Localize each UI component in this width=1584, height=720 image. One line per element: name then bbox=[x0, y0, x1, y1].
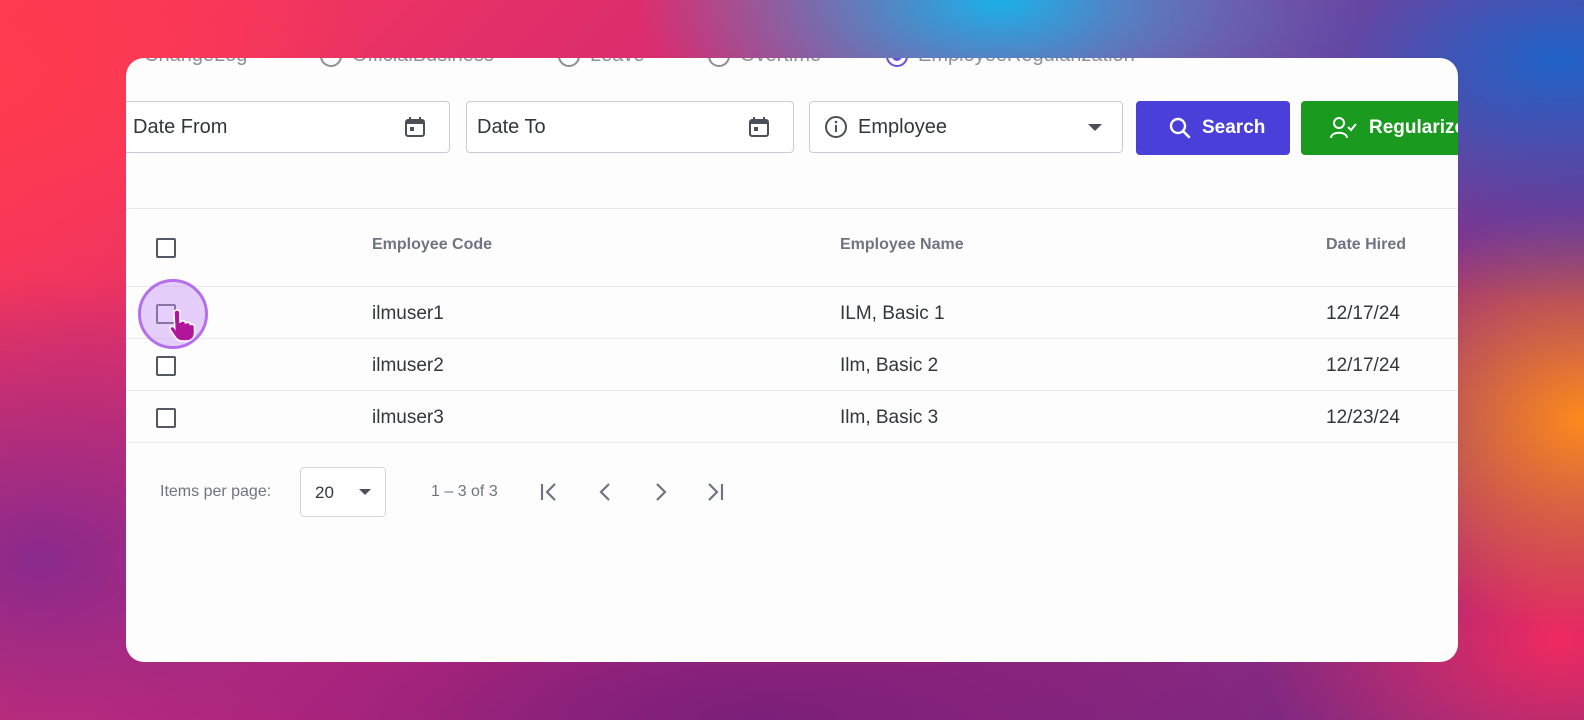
radio-label: Leave bbox=[590, 58, 645, 67]
radio-circle-icon bbox=[320, 58, 342, 67]
last-page-icon[interactable] bbox=[700, 478, 728, 506]
date-hired-cell: 12/17/24 bbox=[1326, 355, 1400, 376]
employee-code-cell: ilmuser1 bbox=[372, 303, 444, 324]
radio-leave[interactable]: Leave bbox=[558, 58, 645, 67]
search-button-label: Search bbox=[1202, 117, 1266, 138]
column-header-date-hired[interactable]: Date Hired bbox=[1326, 236, 1406, 254]
radio-employee-regularization[interactable]: EmployeeRegularization bbox=[886, 58, 1135, 67]
radio-label: ChangeLog bbox=[144, 58, 247, 67]
row-checkbox[interactable] bbox=[156, 408, 176, 428]
radio-selected-icon bbox=[886, 58, 908, 67]
employee-name-cell: Ilm, Basic 2 bbox=[840, 355, 939, 376]
date-hired-cell: 12/23/24 bbox=[1326, 407, 1400, 428]
column-header-employee-code[interactable]: Employee Code bbox=[372, 236, 492, 254]
divider bbox=[126, 338, 1458, 339]
date-to-label: Date To bbox=[477, 115, 546, 138]
items-per-page-label: Items per page: bbox=[160, 483, 272, 500]
employee-name-cell: ILM, Basic 1 bbox=[840, 303, 945, 324]
column-header-employee-name[interactable]: Employee Name bbox=[840, 236, 964, 254]
search-button[interactable]: Search bbox=[1136, 101, 1290, 155]
date-to-field[interactable]: Date To bbox=[466, 101, 794, 153]
date-from-field[interactable]: Date From bbox=[126, 101, 450, 153]
radio-circle-icon bbox=[126, 58, 134, 67]
divider bbox=[126, 442, 1458, 443]
divider bbox=[126, 208, 1458, 209]
radio-label: Overtime bbox=[740, 58, 821, 67]
employee-code-cell: ilmuser2 bbox=[372, 355, 444, 376]
first-page-icon[interactable] bbox=[536, 478, 564, 506]
chevron-down-icon bbox=[1088, 123, 1102, 131]
search-icon bbox=[1169, 117, 1191, 139]
employee-code-cell: ilmuser3 bbox=[372, 407, 444, 428]
next-page-icon[interactable] bbox=[646, 478, 674, 506]
radio-label: EmployeeRegularization bbox=[918, 58, 1135, 67]
divider bbox=[126, 286, 1458, 287]
page-size-value: 20 bbox=[315, 483, 334, 502]
radio-circle-icon bbox=[708, 58, 730, 67]
regularize-button-label: Regularize bbox=[1369, 117, 1458, 138]
date-from-label: Date From bbox=[133, 115, 228, 138]
chevron-down-icon bbox=[359, 489, 371, 495]
page-size-select[interactable]: 20 bbox=[300, 467, 386, 517]
calendar-icon[interactable] bbox=[403, 115, 427, 139]
date-hired-cell: 12/17/24 bbox=[1326, 303, 1400, 324]
employee-name-cell: Ilm, Basic 3 bbox=[840, 407, 939, 428]
radio-changelog[interactable]: ChangeLog bbox=[126, 58, 247, 67]
hand-pointer-icon bbox=[169, 309, 196, 342]
divider bbox=[126, 390, 1458, 391]
filter-type-radio-group: ChangeLog OfficialBusiness Leave Overtim… bbox=[126, 58, 1458, 68]
info-icon bbox=[825, 116, 847, 138]
employee-select-label: Employee bbox=[858, 115, 947, 138]
radio-label: OfficialBusiness bbox=[352, 58, 494, 67]
radio-overtime[interactable]: Overtime bbox=[708, 58, 821, 67]
regularization-panel: ChangeLog OfficialBusiness Leave Overtim… bbox=[126, 58, 1458, 662]
radio-circle-icon bbox=[558, 58, 580, 67]
regularize-button[interactable]: Regularize bbox=[1301, 101, 1458, 155]
row-checkbox[interactable] bbox=[156, 356, 176, 376]
employee-select[interactable]: Employee bbox=[809, 101, 1123, 153]
calendar-icon[interactable] bbox=[747, 115, 771, 139]
page-range-label: 1 – 3 of 3 bbox=[431, 483, 498, 500]
select-all-checkbox[interactable] bbox=[156, 238, 176, 258]
radio-official-business[interactable]: OfficialBusiness bbox=[320, 58, 494, 67]
user-check-icon bbox=[1330, 117, 1357, 139]
previous-page-icon[interactable] bbox=[592, 478, 620, 506]
